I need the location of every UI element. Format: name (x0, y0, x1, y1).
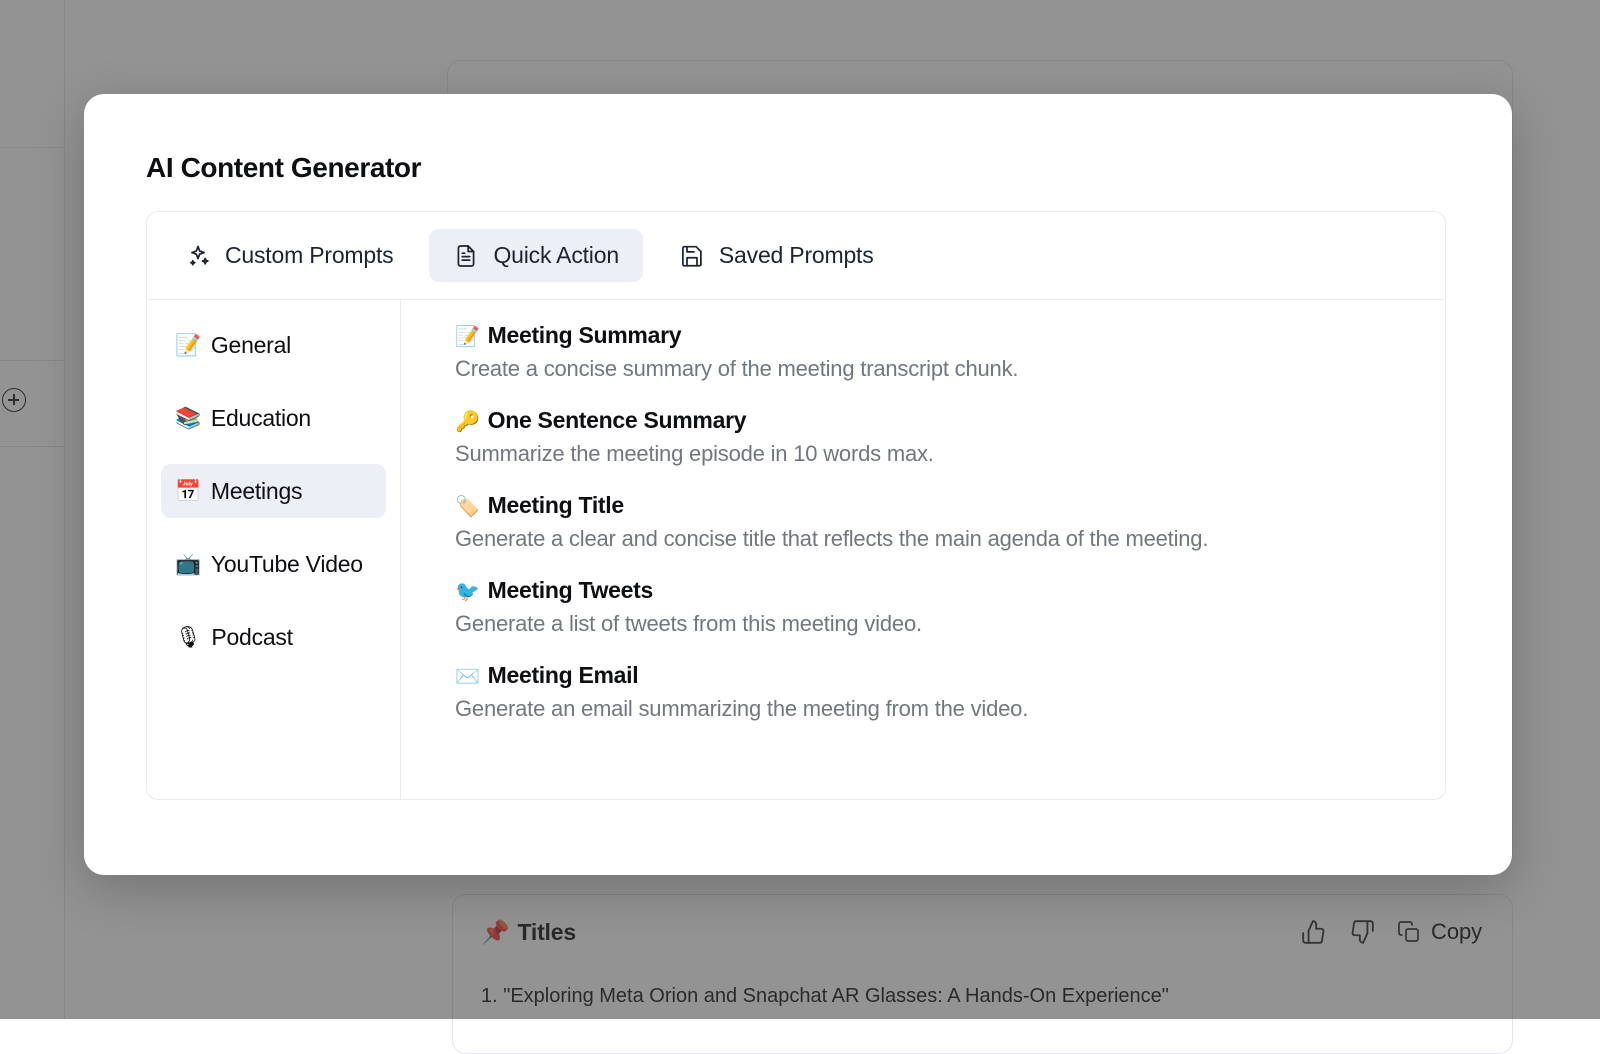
sparkles-icon (185, 243, 211, 269)
prompt-description: Summarize the meeting episode in 10 word… (455, 441, 1415, 467)
prompt-description: Generate a clear and concise title that … (455, 526, 1415, 552)
memo-icon: 📝 (455, 324, 480, 349)
prompt-title-label: Meeting Title (488, 492, 624, 519)
prompt-description: Generate a list of tweets from this meet… (455, 611, 1415, 637)
prompt-item-meeting-tweets[interactable]: 🐦 Meeting Tweets Generate a list of twee… (455, 577, 1415, 637)
document-icon (453, 243, 479, 269)
prompt-list: 📝 Meeting Summary Create a concise summa… (401, 300, 1445, 800)
bird-icon: 🐦 (455, 579, 480, 604)
sidebar-item-general[interactable]: 📝 General (161, 318, 386, 372)
tab-custom-prompts[interactable]: Custom Prompts (161, 229, 417, 282)
tab-quick-action-label: Quick Action (493, 242, 618, 269)
tab-custom-prompts-label: Custom Prompts (225, 242, 393, 269)
floppy-disk-icon (679, 243, 705, 269)
sidebar-item-youtube-video[interactable]: 📺 YouTube Video (161, 537, 386, 591)
key-icon: 🔑 (455, 409, 480, 434)
prompt-title: 🔑 One Sentence Summary (455, 407, 1415, 434)
sidebar-item-meetings[interactable]: 📅 Meetings (161, 464, 386, 518)
prompt-item-meeting-summary[interactable]: 📝 Meeting Summary Create a concise summa… (455, 322, 1415, 382)
books-icon: 📚 (175, 408, 201, 429)
sidebar-item-education-label: Education (211, 405, 311, 432)
tab-quick-action[interactable]: Quick Action (429, 229, 642, 282)
label-tag-icon: 🏷️ (455, 494, 480, 519)
generator-panel: Custom Prompts Quick Action (146, 211, 1446, 800)
prompt-item-one-sentence-summary[interactable]: 🔑 One Sentence Summary Summarize the mee… (455, 407, 1415, 467)
memo-icon: 📝 (175, 335, 201, 356)
calendar-icon: 📅 (175, 481, 201, 502)
tab-saved-prompts-label: Saved Prompts (719, 242, 874, 269)
ai-content-generator-modal: AI Content Generator Custom Prompts (84, 94, 1512, 875)
envelope-icon: ✉️ (455, 664, 480, 689)
prompt-title: ✉️ Meeting Email (455, 662, 1415, 689)
prompt-title-label: Meeting Summary (488, 322, 682, 349)
panel-body: 📝 General 📚 Education 📅 Meetings 📺 YouTu… (147, 300, 1445, 800)
prompt-title: 📝 Meeting Summary (455, 322, 1415, 349)
prompt-title: 🏷️ Meeting Title (455, 492, 1415, 519)
page-title: AI Content Generator (146, 152, 421, 184)
microphone-icon: 🎙 (175, 627, 201, 648)
sidebar-item-podcast[interactable]: 🎙 Podcast (161, 610, 386, 664)
tab-saved-prompts[interactable]: Saved Prompts (655, 229, 898, 282)
sidebar-item-youtube-video-label: YouTube Video (211, 551, 363, 578)
prompt-title-label: Meeting Email (488, 662, 639, 689)
prompt-item-meeting-title[interactable]: 🏷️ Meeting Title Generate a clear and co… (455, 492, 1415, 552)
prompt-title-label: Meeting Tweets (488, 577, 653, 604)
category-sidebar: 📝 General 📚 Education 📅 Meetings 📺 YouTu… (147, 300, 401, 800)
sidebar-item-education[interactable]: 📚 Education (161, 391, 386, 445)
prompt-item-meeting-email[interactable]: ✉️ Meeting Email Generate an email summa… (455, 662, 1415, 722)
sidebar-item-podcast-label: Podcast (211, 624, 292, 651)
tab-bar: Custom Prompts Quick Action (147, 212, 1445, 300)
prompt-description: Generate an email summarizing the meetin… (455, 696, 1415, 722)
television-icon: 📺 (175, 554, 201, 575)
prompt-description: Create a concise summary of the meeting … (455, 356, 1415, 382)
sidebar-item-meetings-label: Meetings (211, 478, 302, 505)
sidebar-item-general-label: General (211, 332, 291, 359)
prompt-title: 🐦 Meeting Tweets (455, 577, 1415, 604)
prompt-title-label: One Sentence Summary (488, 407, 747, 434)
